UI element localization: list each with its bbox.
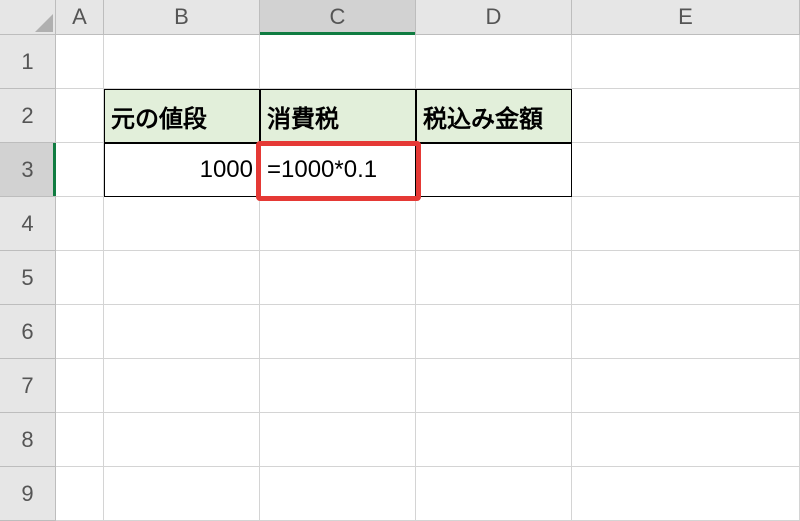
cell-D1[interactable] (416, 35, 572, 89)
cell-B8[interactable] (104, 413, 260, 467)
row-header-4[interactable]: 4 (0, 197, 56, 251)
row-header-8[interactable]: 8 (0, 413, 56, 467)
cell-D3[interactable] (416, 143, 572, 197)
cell-E9[interactable] (572, 467, 800, 521)
cell-B2[interactable]: 元の値段 (104, 89, 260, 143)
row-header-9[interactable]: 9 (0, 467, 56, 521)
row-header-5[interactable]: 5 (0, 251, 56, 305)
col-header-B[interactable]: B (104, 0, 260, 35)
cell-B9[interactable] (104, 467, 260, 521)
cell-A9[interactable] (56, 467, 104, 521)
cell-E1[interactable] (572, 35, 800, 89)
cell-C3[interactable]: =1000*0.1 (260, 143, 416, 197)
cell-C5[interactable] (260, 251, 416, 305)
cell-D7[interactable] (416, 359, 572, 413)
cell-E2[interactable] (572, 89, 800, 143)
cell-E8[interactable] (572, 413, 800, 467)
cell-B7[interactable] (104, 359, 260, 413)
select-all-corner[interactable] (0, 0, 56, 35)
cell-B4[interactable] (104, 197, 260, 251)
cell-B5[interactable] (104, 251, 260, 305)
cell-C2[interactable]: 消費税 (260, 89, 416, 143)
cell-E4[interactable] (572, 197, 800, 251)
cell-A2[interactable] (56, 89, 104, 143)
cell-C8[interactable] (260, 413, 416, 467)
cell-C1[interactable] (260, 35, 416, 89)
cell-E7[interactable] (572, 359, 800, 413)
cell-A8[interactable] (56, 413, 104, 467)
cell-E3[interactable] (572, 143, 800, 197)
cell-D9[interactable] (416, 467, 572, 521)
cell-E5[interactable] (572, 251, 800, 305)
cell-C7[interactable] (260, 359, 416, 413)
cell-D6[interactable] (416, 305, 572, 359)
cell-C4[interactable] (260, 197, 416, 251)
row-header-1[interactable]: 1 (0, 35, 56, 89)
col-header-D[interactable]: D (416, 0, 572, 35)
row-header-2[interactable]: 2 (0, 89, 56, 143)
cell-A7[interactable] (56, 359, 104, 413)
cell-A6[interactable] (56, 305, 104, 359)
row-header-3[interactable]: 3 (0, 143, 56, 197)
spreadsheet: A B C D E 1 2 3 4 5 6 7 8 9 元の値段 消費税 税込み… (0, 0, 800, 521)
cell-E6[interactable] (572, 305, 800, 359)
cell-B1[interactable] (104, 35, 260, 89)
cell-D2[interactable]: 税込み金額 (416, 89, 572, 143)
cell-D8[interactable] (416, 413, 572, 467)
cell-D4[interactable] (416, 197, 572, 251)
row-header-6[interactable]: 6 (0, 305, 56, 359)
col-header-C[interactable]: C (260, 0, 416, 35)
cell-C9[interactable] (260, 467, 416, 521)
cell-A1[interactable] (56, 35, 104, 89)
row-header-7[interactable]: 7 (0, 359, 56, 413)
cell-A4[interactable] (56, 197, 104, 251)
col-header-E[interactable]: E (572, 0, 800, 35)
col-header-A[interactable]: A (56, 0, 104, 35)
cell-A5[interactable] (56, 251, 104, 305)
cell-B3[interactable]: 1000 (104, 143, 260, 197)
cell-A3[interactable] (56, 143, 104, 197)
cell-B6[interactable] (104, 305, 260, 359)
cell-D5[interactable] (416, 251, 572, 305)
cell-C6[interactable] (260, 305, 416, 359)
